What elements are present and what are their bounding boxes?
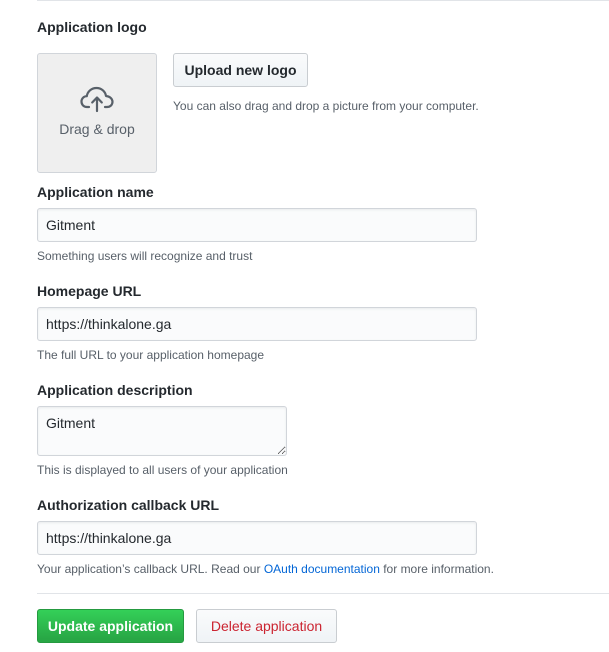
- application-logo-label: Application logo: [37, 19, 147, 35]
- homepage-url-label: Homepage URL: [37, 283, 142, 299]
- callback-note-suffix: for more information.: [379, 562, 494, 576]
- callback-note-prefix: Your application’s callback URL. Read ou…: [37, 562, 264, 576]
- delete-application-button[interactable]: Delete application: [196, 609, 337, 643]
- application-name-input[interactable]: [37, 208, 477, 242]
- callback-url-label: Authorization callback URL: [37, 497, 220, 513]
- dropzone-label: Drag & drop: [59, 121, 135, 137]
- upload-hint-text: You can also drag and drop a picture fro…: [173, 99, 479, 113]
- oauth-documentation-link[interactable]: OAuth documentation: [264, 562, 380, 576]
- callback-url-input[interactable]: [37, 521, 477, 555]
- update-application-button[interactable]: Update application: [37, 609, 184, 643]
- application-description-note: This is displayed to all users of your a…: [37, 463, 288, 477]
- application-description-label: Application description: [37, 382, 193, 398]
- logo-dropzone[interactable]: Drag & drop: [37, 53, 157, 173]
- cloud-upload-icon: [80, 86, 114, 113]
- oauth-app-settings-form: Application logo Drag & drop Upload new …: [0, 0, 609, 652]
- bottom-divider: [37, 593, 609, 594]
- application-name-note: Something users will recognize and trust: [37, 249, 253, 263]
- application-name-label: Application name: [37, 184, 154, 200]
- callback-url-note: Your application’s callback URL. Read ou…: [37, 560, 494, 578]
- homepage-url-note: The full URL to your application homepag…: [37, 348, 265, 362]
- application-description-textarea[interactable]: Gitment: [37, 406, 287, 456]
- top-divider: [37, 0, 609, 1]
- homepage-url-input[interactable]: [37, 307, 477, 341]
- upload-new-logo-button[interactable]: Upload new logo: [173, 53, 308, 87]
